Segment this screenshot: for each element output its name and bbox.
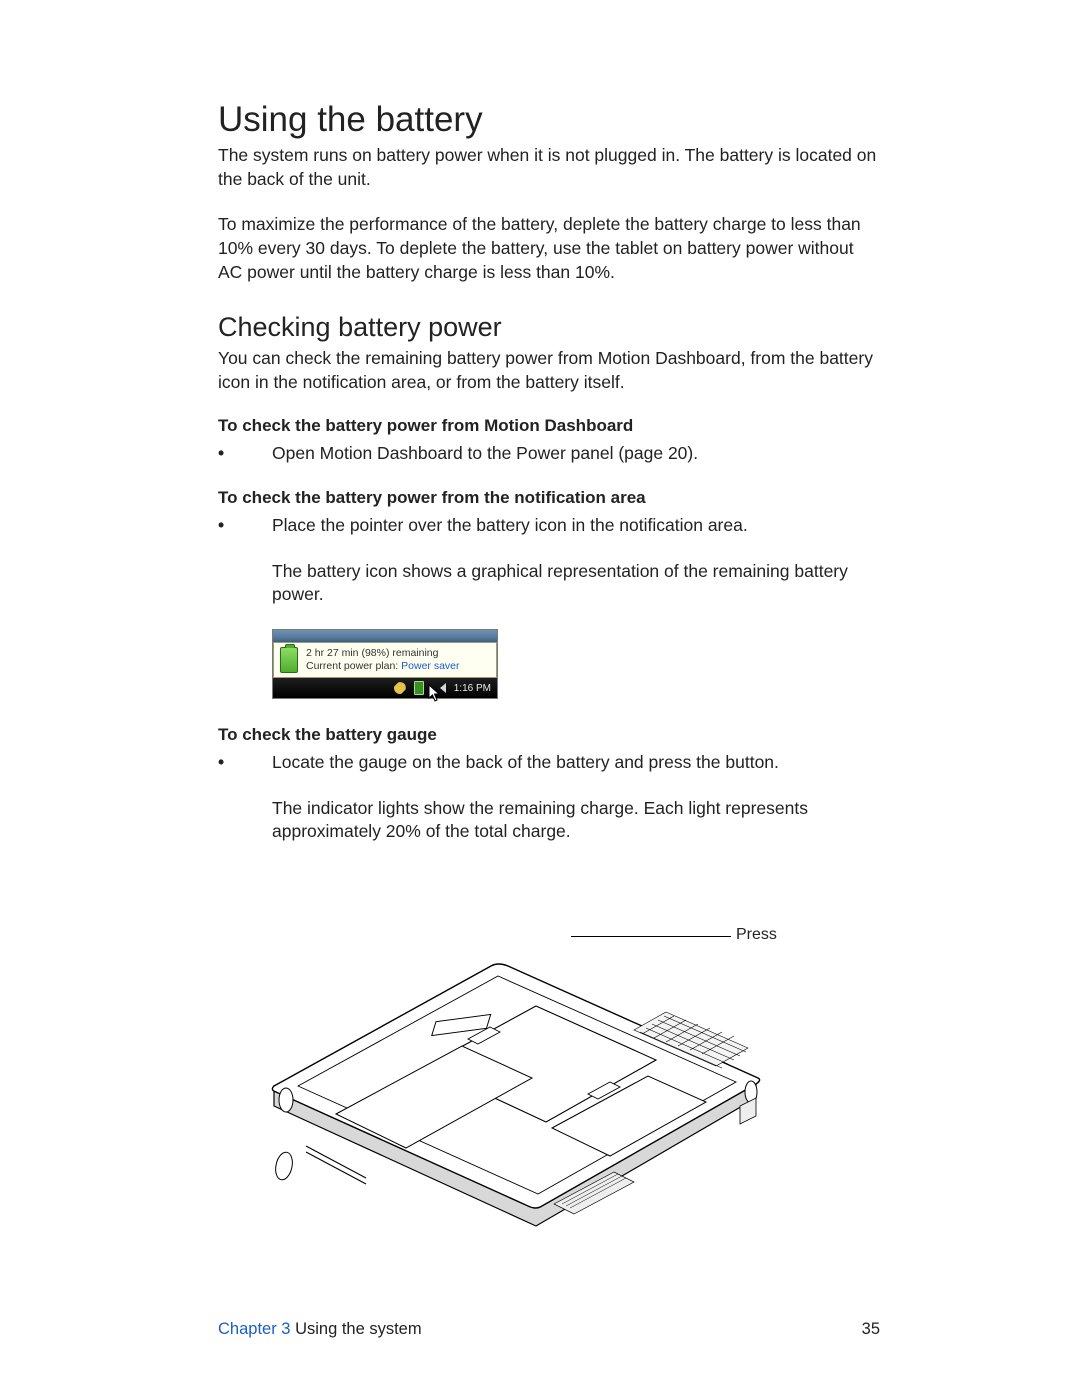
tray-battery-icon[interactable]: [414, 681, 424, 695]
power-plan-link[interactable]: Power saver: [401, 660, 459, 672]
callout-leader-line: [571, 936, 731, 937]
bullet-item: • Open Motion Dashboard to the Power pan…: [218, 442, 880, 466]
gauge-explainer: The indicator lights show the remaining …: [272, 797, 880, 844]
bullet-marker: •: [218, 442, 272, 466]
section-intro: You can check the remaining battery powe…: [218, 347, 880, 394]
footer-page-number: 35: [862, 1320, 880, 1339]
power-plan-label: Current power plan:: [306, 660, 398, 672]
proc-heading-gauge: To check the battery gauge: [218, 725, 880, 745]
section-heading: Checking battery power: [218, 312, 880, 343]
proc-heading-dashboard: To check the battery power from Motion D…: [218, 416, 880, 436]
taskbar: 1:16 PM: [273, 678, 497, 698]
window-titlebar-bg: [273, 630, 497, 642]
bullet-marker: •: [218, 514, 272, 538]
explainer-paragraph: The battery icon shows a graphical repre…: [272, 560, 880, 607]
bullet-text: Open Motion Dashboard to the Power panel…: [272, 442, 880, 466]
footer-left: Chapter 3 Using the system: [218, 1320, 422, 1339]
intro-paragraph-1: The system runs on battery power when it…: [218, 144, 880, 191]
bullet-marker: •: [218, 751, 272, 775]
taskbar-clock: 1:16 PM: [454, 683, 491, 694]
bullet-item: • Place the pointer over the battery ico…: [218, 514, 880, 538]
notification-window: 2 hr 27 min (98%) remaining Current powe…: [272, 629, 498, 699]
page-footer: Chapter 3 Using the system 35: [218, 1320, 880, 1339]
document-page: Using the battery The system runs on bat…: [0, 0, 1080, 1397]
intro-paragraph-2: To maximize the performance of the batte…: [218, 213, 880, 284]
tablet-back-svg: [236, 866, 796, 1246]
footer-chapter: Chapter 3: [218, 1320, 290, 1338]
device-illustration: Press: [236, 866, 796, 1246]
bullet-text: Place the pointer over the battery icon …: [272, 514, 880, 538]
tooltip-text: 2 hr 27 min (98%) remaining Current powe…: [306, 647, 460, 673]
page-heading: Using the battery: [218, 100, 880, 140]
callout-label: Press: [736, 926, 777, 944]
search-icon[interactable]: [394, 682, 406, 694]
footer-title: Using the system: [295, 1320, 422, 1338]
proc-heading-notification: To check the battery power from the noti…: [218, 488, 880, 508]
bullet-item: • Locate the gauge on the back of the ba…: [218, 751, 880, 775]
bullet-text: Locate the gauge on the back of the batt…: [272, 751, 880, 775]
notification-screenshot: 2 hr 27 min (98%) remaining Current powe…: [272, 629, 880, 699]
battery-icon: [280, 647, 298, 673]
battery-tooltip: 2 hr 27 min (98%) remaining Current powe…: [273, 642, 497, 678]
battery-remaining-text: 2 hr 27 min (98%) remaining: [306, 647, 460, 660]
